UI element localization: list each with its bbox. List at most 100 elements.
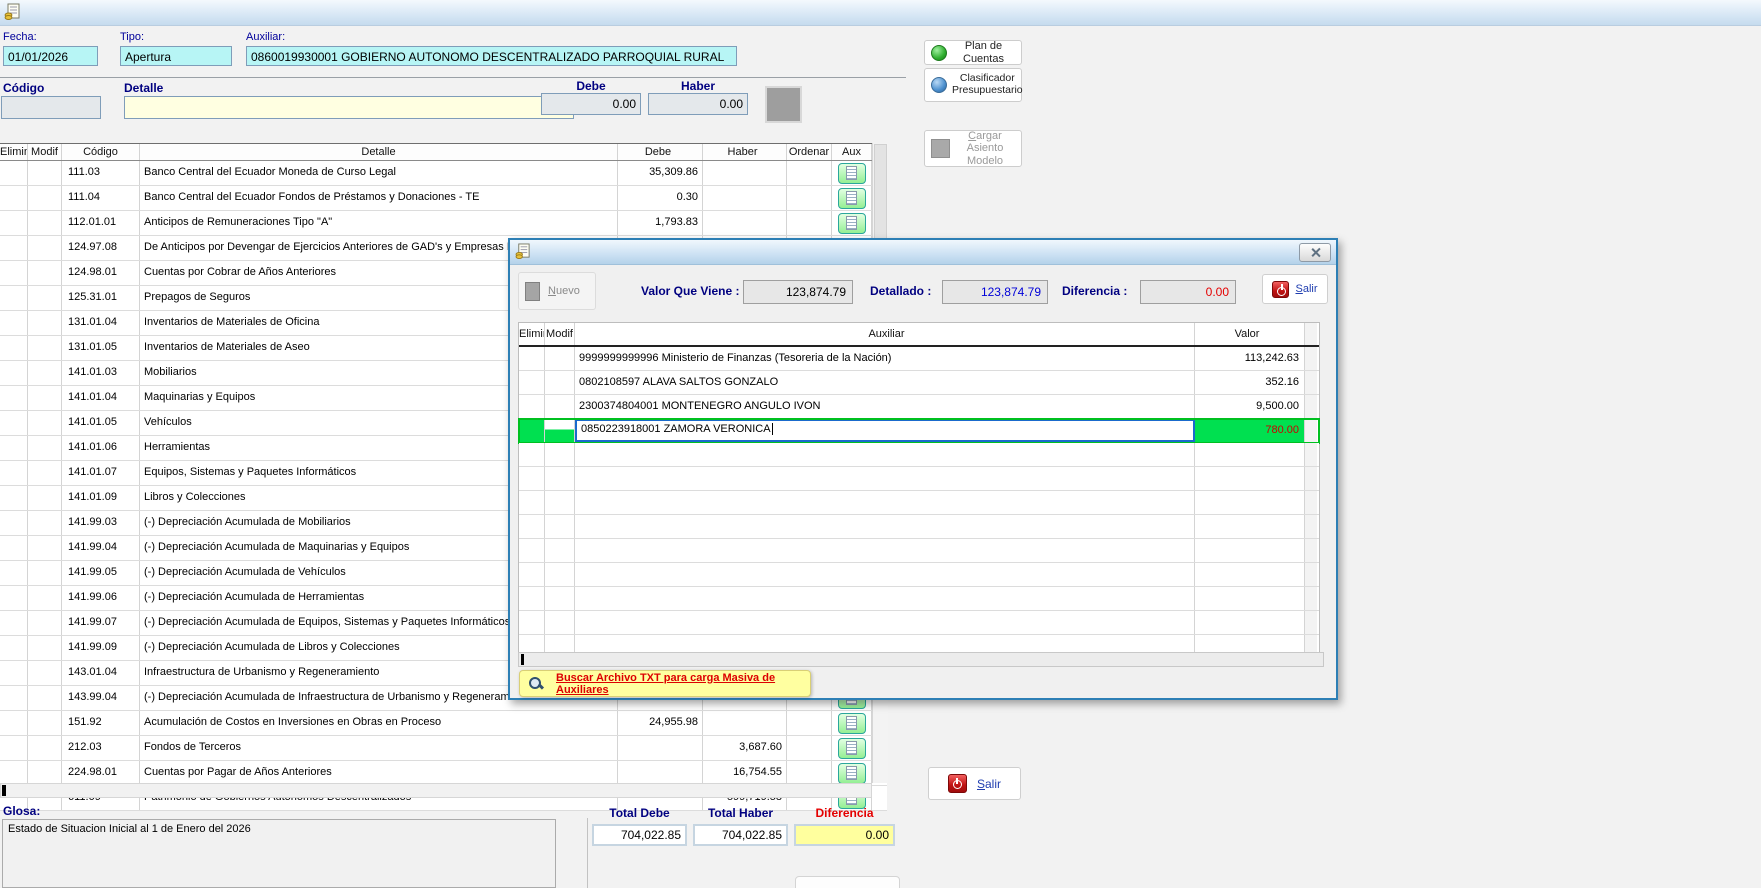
total-debe-label: Total Debe xyxy=(592,806,687,820)
empty-row xyxy=(519,467,1319,491)
cell-aux[interactable]: 0850223918001 ZAMORA VERONICA xyxy=(575,419,1195,442)
partial-button[interactable] xyxy=(795,876,900,888)
cell-aux xyxy=(575,563,1195,586)
blue-sphere-icon xyxy=(931,77,947,93)
cell-codigo: 141.01.07 xyxy=(62,461,140,485)
salir-modal-button[interactable]: Salir xyxy=(1262,274,1328,304)
plan-de-cuentas-button[interactable]: Plan de Cuentas xyxy=(924,40,1022,65)
buscar-archivo-txt-button[interactable]: Buscar Archivo TXT para carga Masiva de … xyxy=(519,670,811,697)
cell-elimin xyxy=(0,361,28,385)
detalle-input[interactable] xyxy=(124,96,574,119)
cell-aux xyxy=(832,761,872,785)
cell-elimin xyxy=(0,286,28,310)
table-row[interactable]: 111.04Banco Central del Ecuador Fondos d… xyxy=(0,186,887,211)
cell-elimin xyxy=(519,539,545,562)
cell-elimin xyxy=(0,436,28,460)
cell-modif xyxy=(28,511,62,535)
fecha-input[interactable]: 01/01/2026 xyxy=(3,46,98,66)
cell-detalle: Fondos de Terceros xyxy=(140,736,618,760)
grid-horizontal-scrollbar[interactable] xyxy=(0,783,872,798)
cell-codigo: 141.99.07 xyxy=(62,611,140,635)
debe-input[interactable]: 0.00 xyxy=(541,93,641,115)
cell-codigo: 125.31.01 xyxy=(62,286,140,310)
cell-modif xyxy=(28,736,62,760)
tipo-input[interactable]: Apertura xyxy=(120,46,232,66)
cell-modif xyxy=(28,461,62,485)
aux-detail-button[interactable] xyxy=(838,713,866,734)
aux-detail-button[interactable] xyxy=(838,163,866,184)
cell-elimin xyxy=(0,261,28,285)
cell-aux xyxy=(575,587,1195,610)
cell-valor xyxy=(1195,443,1305,466)
cell-elimin xyxy=(0,161,28,185)
color-swatch-button[interactable] xyxy=(765,86,802,123)
cell-elimin xyxy=(519,587,545,610)
cell-modif xyxy=(28,611,62,635)
nuevo-button[interactable]: Nuevo xyxy=(518,272,596,310)
cell-haber xyxy=(703,711,787,735)
cell-codigo: 141.99.04 xyxy=(62,536,140,560)
col-valor: Valor xyxy=(1195,323,1305,345)
cell-modif xyxy=(28,161,62,185)
buscar-archivo-txt-label: Buscar Archivo TXT para carga Masiva de … xyxy=(556,672,802,696)
cell-elimin xyxy=(519,419,545,442)
cell-elimin xyxy=(0,386,28,410)
aux-detail-button[interactable] xyxy=(838,213,866,234)
col-modif: Modif xyxy=(545,323,575,345)
aux-detail-button[interactable] xyxy=(838,188,866,209)
cell-valor xyxy=(1195,467,1305,490)
aux-detail-button[interactable] xyxy=(838,763,866,784)
aux-detail-button[interactable] xyxy=(838,738,866,759)
clasificador-presupuestario-button[interactable]: Clasificador Presupuestario xyxy=(924,68,1022,102)
cell-modif xyxy=(28,336,62,360)
cell-elimin xyxy=(0,611,28,635)
codigo-input[interactable] xyxy=(1,96,101,119)
plan-de-cuentas-label: Plan de Cuentas xyxy=(952,40,1015,64)
cargar-asiento-modelo-button[interactable]: Cargar Asiento Modelo xyxy=(924,130,1022,167)
cell-valor xyxy=(1195,563,1305,586)
cell-ordenar xyxy=(787,736,832,760)
col-auxiliar: Auxiliar xyxy=(575,323,1195,345)
cell-codigo: 131.01.04 xyxy=(62,311,140,335)
cell-aux xyxy=(575,467,1195,490)
cell-debe: 35,309.86 xyxy=(618,161,703,185)
cell-ordenar xyxy=(787,711,832,735)
salir-button[interactable]: Salir xyxy=(928,767,1021,800)
table-row[interactable]: 151.92Acumulación de Costos en Inversion… xyxy=(0,711,887,736)
haber-input[interactable]: 0.00 xyxy=(648,93,748,115)
cell-debe xyxy=(618,761,703,785)
detallado-value: 123,874.79 xyxy=(942,280,1048,304)
auxiliar-label: Auxiliar: xyxy=(246,31,285,43)
table-row[interactable]: 212.03Fondos de Terceros3,687.60 xyxy=(0,736,887,761)
auxiliar-row[interactable]: 0802108597 ALAVA SALTOS GONZALO352.16 xyxy=(519,371,1319,395)
auxiliar-row[interactable]: 0850223918001 ZAMORA VERONICA780.00 xyxy=(519,419,1319,443)
cell-elimin xyxy=(0,336,28,360)
debe-label: Debe xyxy=(541,79,641,93)
table-row[interactable]: 112.01.01Anticipos de Remuneraciones Tip… xyxy=(0,211,887,236)
empty-row xyxy=(519,587,1319,611)
close-button[interactable] xyxy=(1299,243,1331,262)
cell-elimin xyxy=(0,411,28,435)
cell-modif xyxy=(28,761,62,785)
glosa-textarea[interactable]: Estado de Situacion Inicial al 1 de Ener… xyxy=(2,819,556,888)
cell-aux xyxy=(575,611,1195,634)
fecha-label: Fecha: xyxy=(3,31,37,43)
auxiliar-row[interactable]: 2300374804001 MONTENEGRO ANGULO IVON9,50… xyxy=(519,395,1319,419)
auxiliar-input[interactable]: 0860019930001 GOBIERNO AUTONOMO DESCENTR… xyxy=(246,46,737,66)
green-sphere-icon xyxy=(931,45,947,61)
cell-elimin xyxy=(519,395,545,418)
cell-scroll xyxy=(1305,563,1317,586)
empty-row xyxy=(519,563,1319,587)
dialog-horizontal-scrollbar[interactable] xyxy=(518,652,1324,667)
col-elimin: Elimin xyxy=(519,323,545,345)
cell-codigo: 124.98.01 xyxy=(62,261,140,285)
cell-modif xyxy=(28,361,62,385)
col-elimin: Elimin xyxy=(0,144,28,160)
auxiliar-row[interactable]: 9999999999996 Ministerio de Finanzas (Te… xyxy=(519,347,1319,371)
cell-aux xyxy=(575,443,1195,466)
cell-scroll xyxy=(1305,491,1317,514)
col-codigo: Código xyxy=(62,144,140,160)
table-row[interactable]: 111.03Banco Central del Ecuador Moneda d… xyxy=(0,161,887,186)
empty-row xyxy=(519,539,1319,563)
cell-codigo: 151.92 xyxy=(62,711,140,735)
